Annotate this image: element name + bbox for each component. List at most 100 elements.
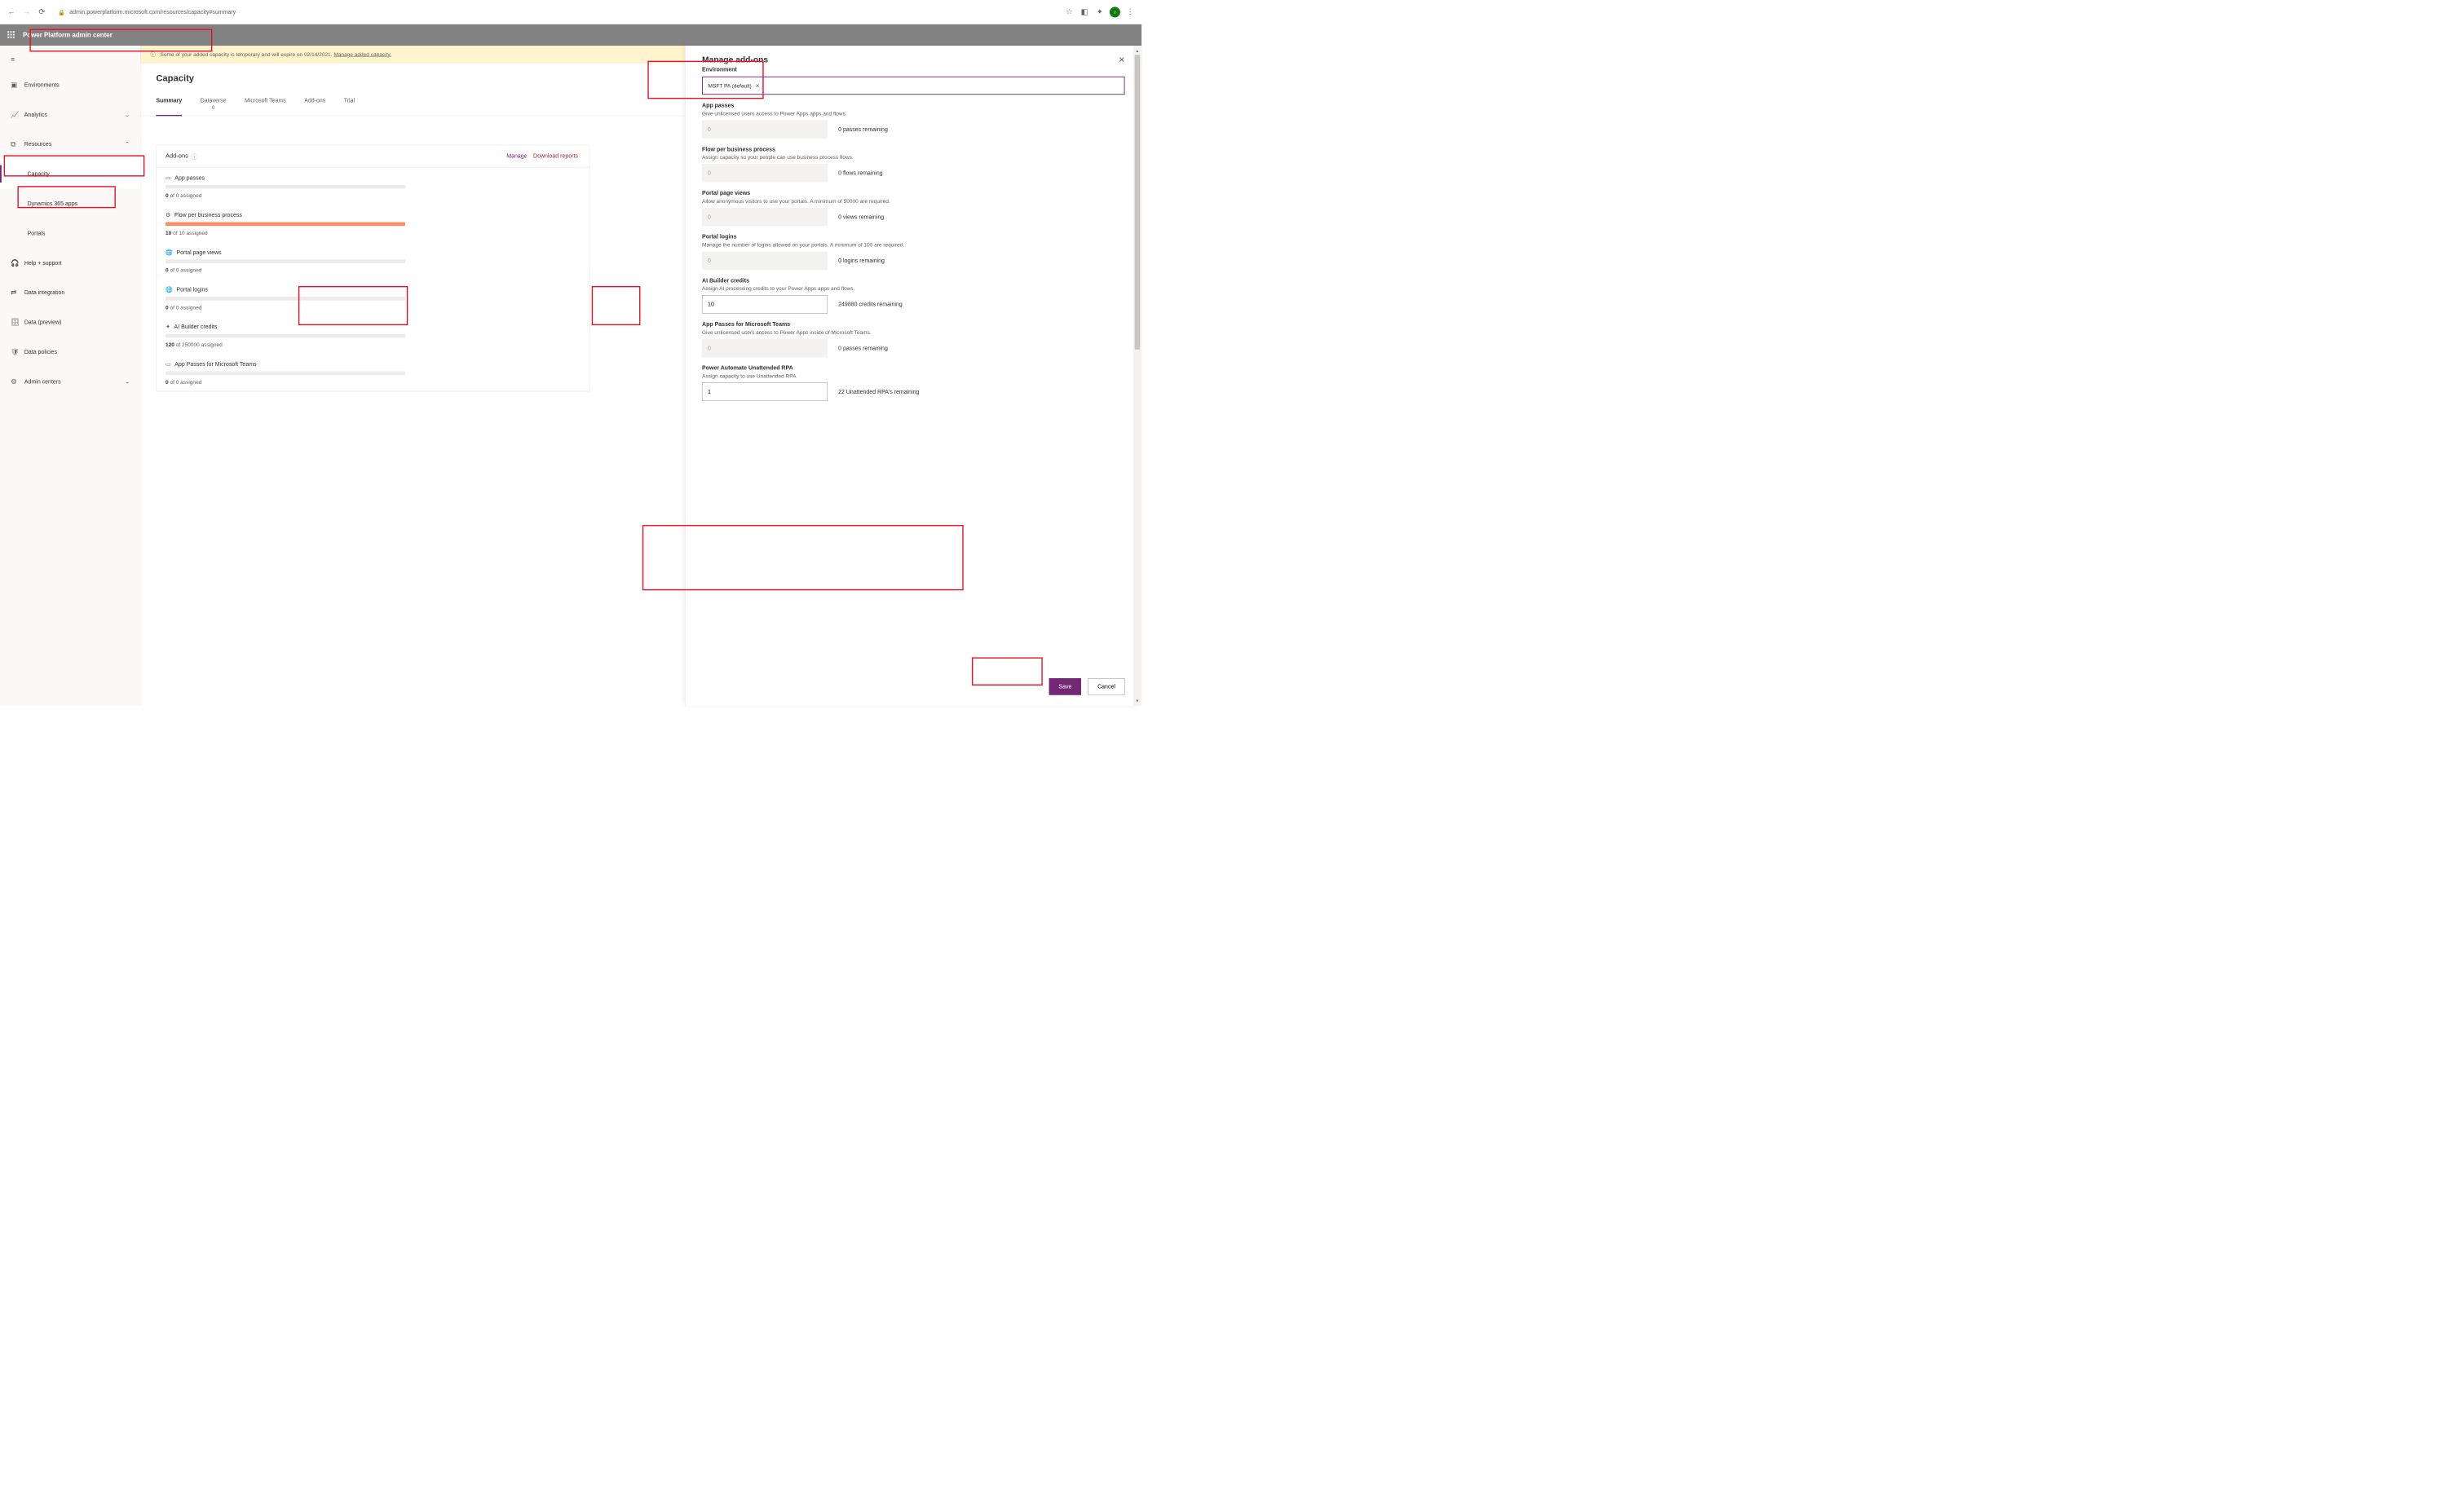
- tab-microsoft-teams[interactable]: Microsoft Teams: [245, 93, 286, 116]
- star-icon[interactable]: ☆: [1064, 7, 1075, 17]
- addon-assigned-text: 0 of 0 assigned: [166, 192, 581, 198]
- panel-capacity-item: Flow per business process Assign capacit…: [702, 146, 1125, 182]
- tab-dataverse[interactable]: Dataverse0: [201, 93, 227, 116]
- environment-value: MSFT PA (default): [709, 82, 752, 88]
- scroll-up-icon[interactable]: ▴: [1137, 48, 1139, 54]
- panel-capacity-item: Portal logins Manage the number of login…: [702, 234, 1125, 270]
- capacity-input: [702, 120, 828, 138]
- capacity-input[interactable]: [702, 295, 828, 313]
- addon-row: ✦AI Builder credits 120 of 250000 assign…: [157, 316, 589, 354]
- capacity-remaining: 0 flows remaining: [838, 170, 882, 176]
- app-title: Power Platform admin center: [23, 31, 113, 38]
- back-icon[interactable]: ←: [6, 7, 16, 17]
- url-text: admin.powerplatform.microsoft.com/resour…: [69, 9, 236, 15]
- puzzle-icon[interactable]: ✦: [1094, 7, 1105, 17]
- main-content: ⓘ Some of your added capacity is tempora…: [141, 46, 1141, 706]
- tab-summary[interactable]: Summary: [156, 93, 182, 116]
- sidebar-item-data-integration[interactable]: ⇄Data integration: [0, 278, 140, 307]
- capacity-remaining: 249880 credits remaining: [838, 301, 903, 307]
- capacity-remaining: 0 views remaining: [838, 214, 884, 220]
- scroll-down-icon[interactable]: ▾: [1137, 698, 1139, 703]
- download-reports-link[interactable]: Download reports: [531, 152, 580, 161]
- cancel-button[interactable]: Cancel: [1088, 678, 1124, 695]
- addon-icon: ▭: [166, 360, 171, 367]
- capacity-input[interactable]: [702, 383, 828, 401]
- addon-assigned-text: 120 of 250000 assigned: [166, 342, 581, 347]
- sidebar-item-capacity[interactable]: Capacity: [0, 159, 140, 188]
- sidebar-item-admin-centers[interactable]: ⚙Admin centers⌄: [0, 367, 140, 396]
- addon-row: 🌐Portal logins 0 of 0 assigned: [157, 280, 589, 317]
- close-icon[interactable]: ✕: [1119, 55, 1125, 64]
- extension-icon[interactable]: ◧: [1080, 7, 1090, 17]
- sidebar-item-environments[interactable]: ▣Environments: [0, 70, 140, 99]
- tab-add-ons[interactable]: Add-ons: [304, 93, 325, 116]
- addon-row: ⚙ Flow per business process 10 of 10 assi…: [157, 205, 589, 242]
- sidebar-hamburger[interactable]: ≡: [0, 49, 140, 70]
- environment-label: Environment: [702, 66, 1125, 73]
- panel-capacity-item: App Passes for Microsoft Teams Give unli…: [702, 321, 1125, 357]
- chevron-up-icon: ⌃: [125, 141, 130, 148]
- capacity-input: [702, 208, 828, 226]
- panel-scrollbar[interactable]: ▴ ▾: [1133, 46, 1141, 706]
- info-icon: ⓘ: [150, 51, 156, 58]
- banner-text: Some of your added capacity is temporary…: [160, 51, 332, 57]
- info-icon[interactable]: ⓘ: [192, 152, 197, 161]
- sidebar-item-data-preview[interactable]: 🗄Data (preview): [0, 307, 140, 337]
- sidebar-item-portals[interactable]: Portals: [0, 218, 140, 248]
- save-button[interactable]: Save: [1049, 678, 1081, 695]
- panel-capacity-item: Power Automate Unattended RPA Assign cap…: [702, 365, 1125, 401]
- sidebar-item-dynamics365[interactable]: Dynamics 365 apps: [0, 188, 140, 218]
- environment-input[interactable]: MSFT PA (default) ✕: [702, 77, 1125, 95]
- addon-progress-bar: [166, 259, 405, 263]
- kebab-icon[interactable]: ⋮: [1125, 7, 1136, 17]
- addon-row: ▭App Passes for Microsoft Teams 0 of 0 a…: [157, 354, 589, 391]
- chevron-down-icon: ⌄: [125, 378, 130, 385]
- resources-icon: ⧉: [11, 140, 19, 148]
- addon-progress-bar: [166, 223, 405, 227]
- addon-row: ▭App passes 0 of 0 assigned: [157, 167, 589, 205]
- addon-assigned-text: 0 of 0 assigned: [166, 304, 581, 310]
- capacity-item-desc: Assign AI processing credits to your Pow…: [702, 285, 1125, 291]
- panel-capacity-item: Portal page views Allow anonymous visito…: [702, 190, 1125, 226]
- addon-icon: ▭: [166, 174, 171, 181]
- capacity-item-desc: Assign capacity so your people can use b…: [702, 154, 1125, 160]
- chevron-down-icon: ⌄: [125, 111, 130, 117]
- profile-avatar[interactable]: r: [1110, 7, 1120, 17]
- addon-label: App Passes for Microsoft Teams: [174, 361, 256, 368]
- addon-icon: ⚙: [166, 211, 170, 218]
- url-bar[interactable]: 🔒 admin.powerplatform.microsoft.com/reso…: [51, 4, 1059, 20]
- sidebar-item-data-policies[interactable]: 🛡Data policies: [0, 337, 140, 366]
- sidebar-item-help[interactable]: 🎧Help + support: [0, 248, 140, 277]
- capacity-input: [702, 251, 828, 269]
- reload-icon[interactable]: ⟳: [37, 7, 47, 17]
- headset-icon: 🎧: [11, 259, 19, 267]
- data-icon: 🗄: [11, 318, 19, 326]
- capacity-item-desc: Manage the number of logins allowed on y…: [702, 241, 1125, 247]
- addon-progress-bar: [166, 334, 405, 338]
- capacity-remaining: 0 logins remaining: [838, 258, 885, 264]
- capacity-item-title: App passes: [702, 103, 1125, 109]
- addon-label: Flow per business process: [174, 212, 242, 218]
- waffle-icon[interactable]: [7, 31, 15, 38]
- app-header: Power Platform admin center: [0, 24, 1141, 46]
- scroll-thumb[interactable]: [1135, 55, 1141, 350]
- admin-icon: ⚙: [11, 377, 19, 386]
- banner-link[interactable]: Manage added capacity.: [333, 51, 391, 57]
- capacity-item-title: Power Automate Unattended RPA: [702, 365, 1125, 372]
- capacity-remaining: 22 Unattended RPA's remaining: [838, 389, 919, 395]
- sidebar-item-analytics[interactable]: 📈Analytics⌄: [0, 99, 140, 129]
- addon-label: Portal page views: [176, 249, 221, 255]
- sidebar-item-resources[interactable]: ⧉Resources⌃: [0, 130, 140, 159]
- addon-assigned-text: 0 of 0 assigned: [166, 267, 581, 273]
- forward-icon[interactable]: →: [21, 7, 32, 17]
- analytics-icon: 📈: [11, 111, 19, 119]
- addons-card: Add-ons ⓘ Manage Download reports ▭App p…: [156, 145, 589, 391]
- tab-trial[interactable]: Trial: [344, 93, 355, 116]
- addon-progress-bar: [166, 185, 405, 189]
- capacity-item-title: App Passes for Microsoft Teams: [702, 321, 1125, 328]
- clear-icon[interactable]: ✕: [755, 82, 759, 89]
- sidebar: ≡ ▣Environments 📈Analytics⌄ ⧉Resources⌃ …: [0, 46, 141, 706]
- manage-link[interactable]: Manage: [504, 152, 529, 161]
- addon-assigned-text: 10 of 10 assigned: [166, 230, 581, 236]
- capacity-input: [702, 164, 828, 182]
